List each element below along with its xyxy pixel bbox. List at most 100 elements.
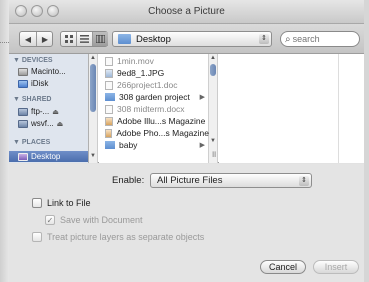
sidebar-header-shared-label: SHARED <box>21 96 52 103</box>
list-item[interactable]: 308 garden project ▶ <box>105 92 209 102</box>
sidebar-header-devices-label: DEVICES <box>21 57 53 64</box>
network-computer-icon <box>18 119 28 128</box>
title-bar: Choose a Picture <box>9 0 364 24</box>
sidebar-item-ftp[interactable]: ftp-... ⏏ <box>18 107 88 116</box>
cancel-button[interactable]: Cancel <box>260 260 306 274</box>
column-resize-handle[interactable]: ॥ <box>211 147 216 160</box>
background-window-edge-left <box>0 0 9 282</box>
save-with-document-checkbox[interactable]: ✓ <box>45 215 55 225</box>
folder-icon <box>105 93 115 101</box>
sidebar-item-label: Desktop <box>31 152 61 161</box>
folder-icon <box>105 141 115 149</box>
back-arrow-icon[interactable]: ◀ <box>20 32 37 46</box>
eject-icon[interactable]: ⏏ <box>57 120 64 128</box>
file-name: 9ed8_1.JPG <box>117 68 165 78</box>
search-icon: ⌕ <box>285 33 291 45</box>
dialog-title: Choose a Picture <box>148 6 225 17</box>
list-view-icon[interactable] <box>77 32 93 46</box>
sidebar-header-places-label: PLACES <box>21 139 51 146</box>
popup-arrows-icon: ⇕ <box>259 34 269 44</box>
hard-disk-icon <box>18 67 28 76</box>
network-computer-icon <box>18 107 28 116</box>
link-to-file-checkbox[interactable] <box>32 198 42 208</box>
desktop-icon <box>18 152 28 161</box>
save-with-document-option[interactable]: ✓ Save with Document <box>45 215 143 225</box>
enable-file-type-popup[interactable]: All Picture Files ⇕ <box>150 173 312 188</box>
chevron-right-icon: ▶ <box>199 142 205 149</box>
file-name: Adobe Illu...s Magazine <box>117 116 206 126</box>
file-browser: ▼ DEVICES Macinto... iDisk ▼ SHARED ftp-… <box>9 54 364 163</box>
sidebar-item-idisk[interactable]: iDisk <box>18 79 88 88</box>
desktop-folder-icon <box>118 34 131 44</box>
scroll-up-icon[interactable]: ▲ <box>90 55 96 61</box>
insert-button[interactable]: Insert <box>313 260 359 274</box>
sidebar-item-wsvf[interactable]: wsvf... ⏏ <box>18 119 88 128</box>
idisk-icon <box>18 79 28 88</box>
enable-label: Enable: <box>112 175 145 186</box>
choose-picture-dialog: Choose a Picture ◀ ▶ Desktop ⇕ ⌕ search … <box>9 0 364 282</box>
icon-view-icon[interactable] <box>61 32 77 46</box>
view-mode-control <box>60 31 108 47</box>
movie-file-icon <box>105 56 113 66</box>
background-window-edge-right <box>364 0 369 282</box>
sidebar: ▼ DEVICES Macinto... iDisk ▼ SHARED ftp-… <box>9 54 89 163</box>
file-name: 266project1.doc <box>117 80 178 90</box>
file-name: 308 garden project <box>119 92 190 102</box>
location-popup[interactable]: Desktop ⇕ <box>112 31 272 47</box>
pdf-file-icon <box>105 128 113 138</box>
enable-popup-value: All Picture Files <box>157 175 223 186</box>
sidebar-header-devices: ▼ DEVICES <box>13 57 53 64</box>
list-item[interactable]: 266project1.doc <box>105 80 209 90</box>
treat-layers-checkbox[interactable] <box>32 232 42 242</box>
preview-column <box>219 54 339 163</box>
sidebar-item-label: Macinto... <box>31 67 66 76</box>
file-name: baby <box>119 140 138 150</box>
file-name: 1min.mov <box>117 56 154 66</box>
forward-arrow-icon[interactable]: ▶ <box>37 32 53 46</box>
scroll-down-icon[interactable]: ▼ <box>90 153 96 159</box>
treat-layers-option[interactable]: Treat picture layers as separate objects <box>32 232 204 242</box>
sidebar-scrollbar[interactable]: ▲ ▼ <box>89 54 98 163</box>
pdf-file-icon <box>105 116 113 126</box>
document-file-icon <box>105 80 113 90</box>
sidebar-item-desktop[interactable]: Desktop <box>9 151 88 162</box>
document-file-icon <box>105 104 113 114</box>
sidebar-item-label: iDisk <box>31 79 49 88</box>
file-column-scrollbar[interactable]: ▲ ▼ ॥ <box>209 54 218 163</box>
column-view-icon[interactable] <box>93 32 108 46</box>
link-to-file-label: Link to File <box>47 198 91 208</box>
chevron-right-icon: ▶ <box>199 94 205 101</box>
sidebar-item-label: ftp-... <box>31 107 50 116</box>
treat-layers-label: Treat picture layers as separate objects <box>47 232 205 242</box>
scroll-up-icon[interactable]: ▲ <box>210 55 216 61</box>
list-item[interactable]: 1min.mov <box>105 56 209 66</box>
list-item[interactable]: 308 midterm.docx <box>105 104 209 114</box>
sidebar-header-shared: ▼ SHARED <box>13 96 52 103</box>
empty-column <box>339 54 364 163</box>
sidebar-header-places: ▼ PLACES <box>13 139 51 146</box>
link-to-file-option[interactable]: Link to File <box>32 198 91 208</box>
file-name: Adobe Pho...s Magazine <box>116 128 209 138</box>
list-item[interactable]: Adobe Pho...s Magazine <box>105 128 209 138</box>
back-forward-control: ◀ ▶ <box>19 31 53 47</box>
list-item[interactable]: baby ▶ <box>105 140 209 150</box>
file-column: 1min.mov 9ed8_1.JPG 266project1.doc 308 … <box>99 54 209 163</box>
list-item[interactable]: Adobe Illu...s Magazine <box>105 116 209 126</box>
sidebar-item-label: wsvf... <box>31 119 54 128</box>
options-panel: Enable: All Picture Files ⇕ Link to File… <box>9 164 364 282</box>
file-column-scroll-thumb[interactable] <box>210 64 216 76</box>
toolbar: ◀ ▶ Desktop ⇕ ⌕ <box>9 24 364 54</box>
list-item[interactable]: 9ed8_1.JPG <box>105 68 209 78</box>
image-file-icon <box>105 68 113 78</box>
popup-arrows-icon: ⇕ <box>299 176 309 186</box>
eject-icon[interactable]: ⏏ <box>52 108 59 116</box>
file-name: 308 midterm.docx <box>117 104 185 114</box>
scroll-down-icon[interactable]: ▼ <box>210 138 216 144</box>
location-label: Desktop <box>136 33 171 45</box>
sidebar-item-macintosh[interactable]: Macinto... <box>18 67 88 76</box>
background-dotted-line <box>0 42 9 43</box>
search-input[interactable] <box>292 34 353 44</box>
sidebar-scroll-thumb[interactable] <box>90 64 96 112</box>
search-field[interactable]: ⌕ <box>280 31 360 47</box>
save-with-document-label: Save with Document <box>60 215 143 225</box>
